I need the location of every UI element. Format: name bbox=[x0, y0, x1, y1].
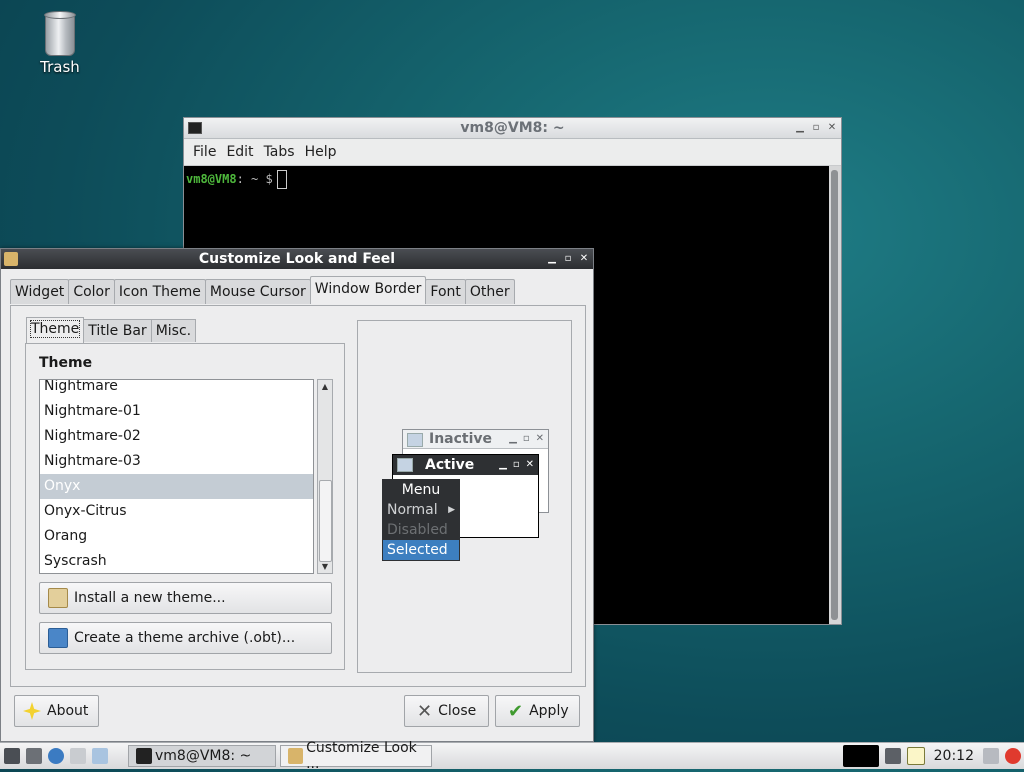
menu-tabs[interactable]: Tabs bbox=[259, 144, 300, 160]
preview-menu-selected: Selected bbox=[383, 540, 459, 560]
sub-tabs: Theme Title Bar Misc. bbox=[26, 317, 197, 343]
browser-icon[interactable] bbox=[48, 748, 64, 764]
tab-other[interactable]: Other bbox=[464, 279, 515, 304]
appearance-icon bbox=[288, 748, 304, 764]
list-item[interactable]: Orang bbox=[40, 524, 313, 549]
window-icon bbox=[407, 433, 423, 447]
window-icon bbox=[397, 458, 413, 472]
preview-menu-title: Menu bbox=[383, 480, 459, 500]
close-icon[interactable]: ✕ bbox=[827, 118, 837, 138]
preview-menu: Menu Normal ▶ Disabled Selected bbox=[382, 479, 460, 561]
customize-dialog[interactable]: Customize Look and Feel ▁ ▫ ✕ Widget Col… bbox=[0, 248, 594, 742]
theme-list-scrollbar[interactable]: ▲ ▼ bbox=[317, 379, 333, 574]
screen-lock-icon[interactable] bbox=[983, 748, 999, 764]
subtab-misc[interactable]: Misc. bbox=[150, 319, 197, 342]
list-item[interactable]: Nightmare-03 bbox=[40, 449, 313, 474]
power-icon[interactable] bbox=[1005, 748, 1021, 764]
create-archive-button[interactable]: Create a theme archive (.obt)... bbox=[39, 622, 332, 654]
minimize-icon[interactable]: ▁ bbox=[795, 118, 805, 138]
star-icon bbox=[23, 702, 41, 720]
list-item[interactable]: Nightmare-02 bbox=[40, 424, 313, 449]
download-icon bbox=[48, 628, 68, 648]
menu-edit[interactable]: Edit bbox=[221, 144, 258, 160]
submenu-arrow-icon: ▶ bbox=[448, 505, 455, 515]
dialog-titlebar[interactable]: Customize Look and Feel ▁ ▫ ✕ bbox=[1, 249, 593, 269]
menu-help[interactable]: Help bbox=[300, 144, 342, 160]
preview-menu-disabled: Disabled bbox=[383, 520, 459, 540]
scroll-down-icon[interactable]: ▼ bbox=[318, 560, 332, 573]
menu-file[interactable]: File bbox=[188, 144, 221, 160]
terminal-titlebar[interactable]: vm8@VM8: ~ ▁ ▫ ✕ bbox=[184, 118, 841, 139]
trash-desktop-icon[interactable]: Trash bbox=[22, 10, 98, 76]
list-item-selected[interactable]: Onyx bbox=[40, 474, 313, 499]
taskbar: vm8@VM8: ~ Customize Look ... 20:12 bbox=[0, 740, 1024, 772]
theme-panel: Theme Nightmare Nightmare-01 Nightmare-0… bbox=[25, 343, 345, 670]
maximize-icon[interactable]: ▫ bbox=[811, 118, 821, 138]
appearance-icon bbox=[4, 252, 18, 266]
trash-label: Trash bbox=[40, 58, 80, 76]
about-button[interactable]: About bbox=[14, 695, 99, 727]
tab-mouse-cursor[interactable]: Mouse Cursor bbox=[204, 279, 311, 304]
tab-font[interactable]: Font bbox=[425, 279, 466, 304]
install-theme-button[interactable]: Install a new theme... bbox=[39, 582, 332, 614]
list-item[interactable]: Nightmare bbox=[40, 380, 313, 399]
subtab-title-bar[interactable]: Title Bar bbox=[83, 319, 152, 342]
tab-color[interactable]: Color bbox=[68, 279, 115, 304]
close-button[interactable]: ✕ Close bbox=[404, 695, 489, 727]
volume-icon[interactable] bbox=[884, 748, 901, 764]
apply-button[interactable]: ✔ Apply bbox=[495, 695, 580, 727]
close-icon[interactable]: ✕ bbox=[579, 249, 589, 269]
list-item[interactable]: Onyx-Citrus bbox=[40, 499, 313, 524]
windows-icon[interactable] bbox=[70, 748, 86, 764]
main-tabs: Widget Color Icon Theme Mouse Cursor Win… bbox=[10, 276, 515, 304]
scroll-up-icon[interactable]: ▲ bbox=[318, 380, 332, 393]
text-cursor bbox=[276, 170, 287, 189]
subtab-theme[interactable]: Theme bbox=[26, 317, 85, 343]
cpu-monitor-icon bbox=[842, 745, 879, 767]
taskbar-item-customize[interactable]: Customize Look ... bbox=[280, 740, 432, 772]
scrollbar-thumb[interactable] bbox=[319, 480, 332, 562]
tab-widget[interactable]: Widget bbox=[10, 279, 70, 304]
desktop-icon[interactable] bbox=[92, 748, 108, 764]
clipboard-icon[interactable] bbox=[906, 747, 925, 765]
section-title: Theme bbox=[39, 355, 93, 371]
file-manager-icon[interactable] bbox=[26, 748, 42, 764]
tab-icon-theme[interactable]: Icon Theme bbox=[113, 279, 206, 304]
terminal-scrollbar[interactable] bbox=[829, 166, 841, 624]
maximize-icon[interactable]: ▫ bbox=[563, 249, 573, 269]
theme-preview: Inactive ▁ ▫ ✕ Active ▁ ▫ ✕ Menu Normal ▶ Dis… bbox=[357, 320, 572, 673]
start-menu-icon[interactable] bbox=[4, 748, 20, 764]
list-item[interactable]: Syscrash bbox=[40, 549, 313, 573]
folder-icon bbox=[48, 588, 68, 608]
window-border-panel: Theme Title Bar Misc. Theme Nightmare Ni… bbox=[10, 305, 586, 687]
terminal-icon bbox=[136, 748, 152, 764]
clock[interactable]: 20:12 bbox=[934, 748, 974, 764]
taskbar-item-terminal[interactable]: vm8@VM8: ~ bbox=[128, 745, 276, 767]
terminal-menubar: File Edit Tabs Help bbox=[184, 139, 841, 166]
terminal-title: vm8@VM8: ~ bbox=[460, 120, 565, 136]
tab-window-border[interactable]: Window Border bbox=[309, 276, 427, 304]
checkmark-icon: ✔ bbox=[508, 700, 524, 722]
theme-list[interactable]: Nightmare Nightmare-01 Nightmare-02 Nigh… bbox=[39, 379, 314, 574]
terminal-prompt: vm8@VM8: ~ $ bbox=[186, 170, 287, 189]
list-item[interactable]: Nightmare-01 bbox=[40, 399, 313, 424]
terminal-icon bbox=[188, 122, 202, 134]
preview-menu-normal: Normal ▶ bbox=[383, 500, 459, 520]
scrollbar-thumb[interactable] bbox=[831, 170, 838, 620]
minimize-icon[interactable]: ▁ bbox=[547, 249, 557, 269]
close-x-icon: ✕ bbox=[417, 700, 433, 722]
trash-icon bbox=[44, 11, 76, 56]
dialog-title: Customize Look and Feel bbox=[198, 251, 396, 267]
